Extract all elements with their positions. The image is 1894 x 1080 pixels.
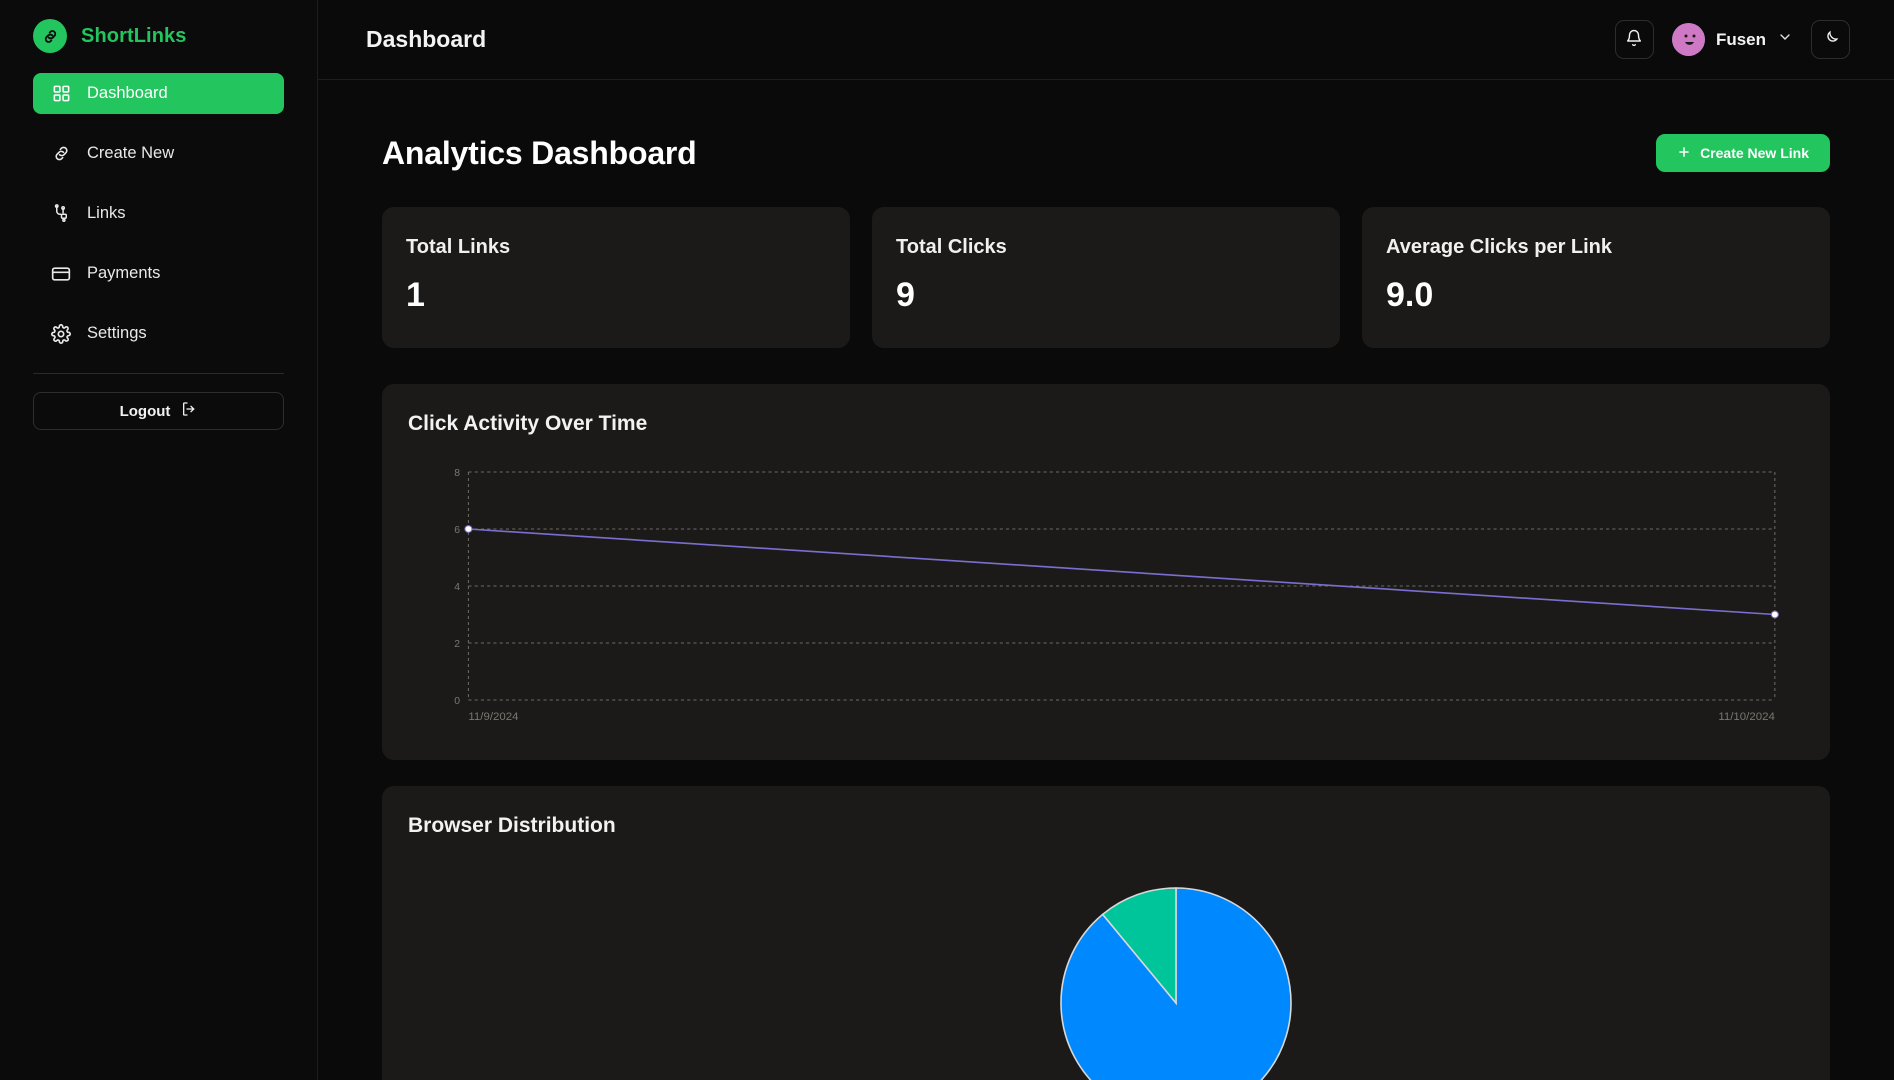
line-chart-svg: 0 2 4 6 8 11/9/2024 11/10/2024 — [454, 468, 1779, 723]
stats-row: Total Links 1 Total Clicks 9 Average Cli… — [382, 207, 1830, 348]
user-menu[interactable]: Fusen — [1671, 23, 1793, 56]
stat-value: 9.0 — [1386, 276, 1434, 314]
bell-icon — [1625, 29, 1643, 50]
grid-icon — [51, 84, 71, 104]
stat-label: Total Links — [406, 236, 511, 258]
app-root: ShortLinks Dashboard Create New Links Pa… — [0, 0, 1894, 1080]
link-chain-icon — [51, 204, 71, 224]
notifications-button[interactable] — [1614, 20, 1654, 59]
link-icon — [51, 144, 71, 164]
logout-icon — [181, 401, 197, 421]
sidebar-item-label: Payments — [87, 264, 161, 282]
sidebar-item-label: Settings — [87, 324, 147, 342]
svg-text:8: 8 — [454, 468, 460, 479]
create-new-link-label: Create New Link — [1700, 145, 1809, 161]
sidebar-item-label: Links — [87, 204, 126, 222]
credit-card-icon — [51, 264, 71, 284]
page-breadcrumb-title: Dashboard — [366, 26, 487, 52]
click-activity-panel: Click Activity Over Time 0 2 4 6 8 11/9/2024 1… — [382, 384, 1830, 760]
svg-text:0: 0 — [454, 696, 460, 707]
sidebar-item-links[interactable]: Links — [33, 193, 284, 234]
plus-icon — [1677, 145, 1691, 162]
stat-card-total-links: Total Links 1 — [382, 207, 850, 348]
page-title: Analytics Dashboard — [382, 134, 697, 171]
moon-icon — [1822, 30, 1839, 50]
create-new-link-button[interactable]: Create New Link — [1656, 134, 1830, 172]
sidebar-nav: Dashboard Create New Links Payments Sett… — [33, 73, 284, 354]
dashboard-content: Analytics Dashboard Create New Link Tota… — [318, 80, 1894, 1080]
svg-text:4: 4 — [454, 582, 460, 593]
browser-distribution-panel: Browser Distribution Brave 89% — [382, 786, 1830, 1080]
stat-label: Total Clicks — [896, 236, 1007, 258]
click-activity-chart: 0 2 4 6 8 11/9/2024 11/10/2024 — [408, 458, 1804, 738]
chevron-down-icon — [1777, 29, 1793, 50]
stat-value: 1 — [406, 276, 425, 314]
logout-button[interactable]: Logout — [33, 392, 284, 430]
sidebar-item-label: Create New — [87, 144, 175, 162]
stat-value: 9 — [896, 276, 915, 314]
gear-icon — [51, 323, 71, 344]
svg-text:11/9/2024: 11/9/2024 — [468, 711, 518, 723]
logout-label: Logout — [119, 402, 171, 420]
main-area: Dashboard Fusen Analytics Dashboard Crea… — [318, 0, 1894, 1080]
topbar: Dashboard Fusen — [318, 0, 1894, 80]
click-activity-title: Click Activity Over Time — [408, 412, 648, 435]
browser-distribution-title: Browser Distribution — [408, 814, 616, 837]
stat-card-total-clicks: Total Clicks 9 — [872, 207, 1340, 348]
sidebar: ShortLinks Dashboard Create New Links Pa… — [0, 0, 318, 1080]
page-header: Analytics Dashboard Create New Link — [382, 134, 1830, 172]
topbar-actions: Fusen — [1614, 20, 1850, 59]
pie-chart-svg: Brave 89% — [1060, 887, 1292, 1080]
browser-distribution-chart: Brave 89% — [408, 868, 1804, 1080]
theme-toggle-button[interactable] — [1811, 20, 1850, 59]
stat-label: Average Clicks per Link — [1386, 236, 1613, 258]
svg-text:6: 6 — [454, 525, 460, 536]
stat-card-average-clicks: Average Clicks per Link 9.0 — [1362, 207, 1830, 348]
brand-name: ShortLinks — [81, 24, 187, 47]
sidebar-item-create-new[interactable]: Create New — [33, 133, 284, 174]
sidebar-divider — [33, 373, 284, 374]
sidebar-item-payments[interactable]: Payments — [33, 253, 284, 294]
brand: ShortLinks — [33, 0, 284, 62]
user-name: Fusen — [1715, 29, 1766, 49]
link-circle-icon — [33, 19, 67, 53]
svg-text:2: 2 — [454, 639, 460, 650]
svg-text:11/10/2024: 11/10/2024 — [1718, 711, 1774, 723]
sidebar-item-settings[interactable]: Settings — [33, 313, 284, 354]
sidebar-item-dashboard[interactable]: Dashboard — [33, 73, 284, 114]
avatar — [1671, 23, 1705, 56]
sidebar-item-label: Dashboard — [87, 84, 168, 102]
